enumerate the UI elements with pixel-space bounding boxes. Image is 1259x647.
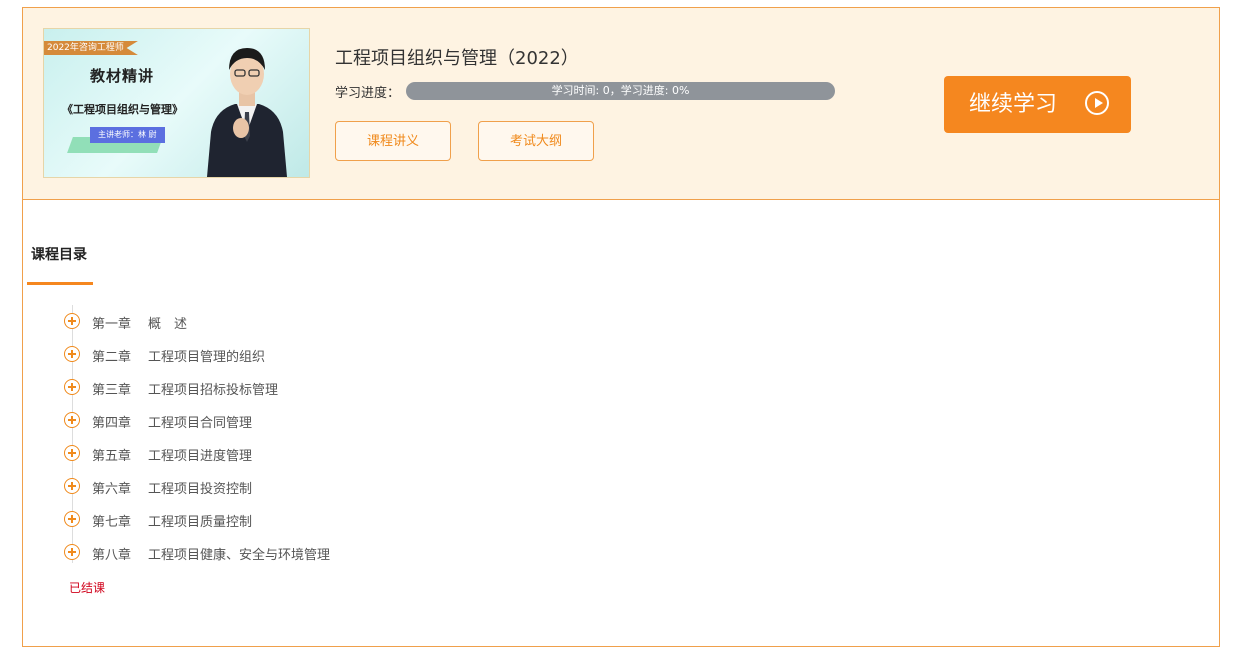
chapter-name: 工程项目合同管理 bbox=[148, 416, 253, 431]
chapter-number: 第三章 bbox=[92, 383, 132, 398]
chapter-name: 工程项目管理的组织 bbox=[148, 350, 266, 365]
course-header: 2022年咨询工程师 教材精讲 《工程项目组织与管理》 主讲老师：林 尉 工程项… bbox=[23, 8, 1219, 200]
progress-label: 学习进度： bbox=[335, 86, 401, 101]
play-icon bbox=[1085, 91, 1109, 115]
thumbnail-subtitle: 《工程项目组织与管理》 bbox=[62, 103, 183, 116]
progress-text: 学习时间: 0，学习进度: 0% bbox=[551, 84, 690, 97]
continue-learning-label: 继续学习 bbox=[969, 92, 1058, 117]
chapter-number: 第一章 bbox=[92, 317, 132, 332]
expand-plus-icon[interactable] bbox=[64, 379, 80, 395]
chapter-name: 工程项目质量控制 bbox=[148, 515, 253, 530]
continue-learning-button[interactable]: 继续学习 bbox=[944, 76, 1131, 133]
catalog-title: 课程目录 bbox=[31, 247, 87, 263]
chapter-number: 第七章 bbox=[92, 515, 132, 530]
chapter-name: 工程项目健康、安全与环境管理 bbox=[148, 548, 331, 563]
expand-plus-icon[interactable] bbox=[64, 313, 80, 329]
thumbnail-teacher: 主讲老师：林 尉 bbox=[90, 127, 165, 143]
chapter-number: 第八章 bbox=[92, 548, 132, 563]
expand-plus-icon[interactable] bbox=[64, 412, 80, 428]
handout-button[interactable]: 课程讲义 bbox=[335, 121, 451, 161]
course-title: 工程项目组织与管理（2022） bbox=[335, 48, 579, 69]
catalog-tab-indicator bbox=[27, 282, 93, 285]
chapter-name: 工程项目投资控制 bbox=[148, 482, 253, 497]
thumbnail-heading: 教材精讲 bbox=[90, 67, 155, 85]
expand-plus-icon[interactable] bbox=[64, 544, 80, 560]
chapter-number: 第二章 bbox=[92, 350, 132, 365]
chapter-number: 第六章 bbox=[92, 482, 132, 497]
chapter-name: 概 述 bbox=[148, 317, 188, 332]
course-status-ended: 已结课 bbox=[69, 581, 106, 595]
expand-plus-icon[interactable] bbox=[64, 511, 80, 527]
chapter-number: 第五章 bbox=[92, 449, 132, 464]
teacher-portrait bbox=[207, 48, 287, 177]
expand-plus-icon[interactable] bbox=[64, 445, 80, 461]
syllabus-button[interactable]: 考试大纲 bbox=[478, 121, 594, 161]
chapter-number: 第四章 bbox=[92, 416, 132, 431]
course-thumbnail[interactable]: 2022年咨询工程师 教材精讲 《工程项目组织与管理》 主讲老师：林 尉 bbox=[43, 28, 310, 178]
chapter-name: 工程项目进度管理 bbox=[148, 449, 253, 464]
expand-plus-icon[interactable] bbox=[64, 346, 80, 362]
chapter-name: 工程项目招标投标管理 bbox=[148, 383, 279, 398]
course-panel: 2022年咨询工程师 教材精讲 《工程项目组织与管理》 主讲老师：林 尉 工程项… bbox=[22, 7, 1220, 647]
expand-plus-icon[interactable] bbox=[64, 478, 80, 494]
progress-bar: 学习时间: 0，学习进度: 0% bbox=[406, 82, 835, 100]
thumbnail-ribbon: 2022年咨询工程师 bbox=[44, 41, 138, 55]
